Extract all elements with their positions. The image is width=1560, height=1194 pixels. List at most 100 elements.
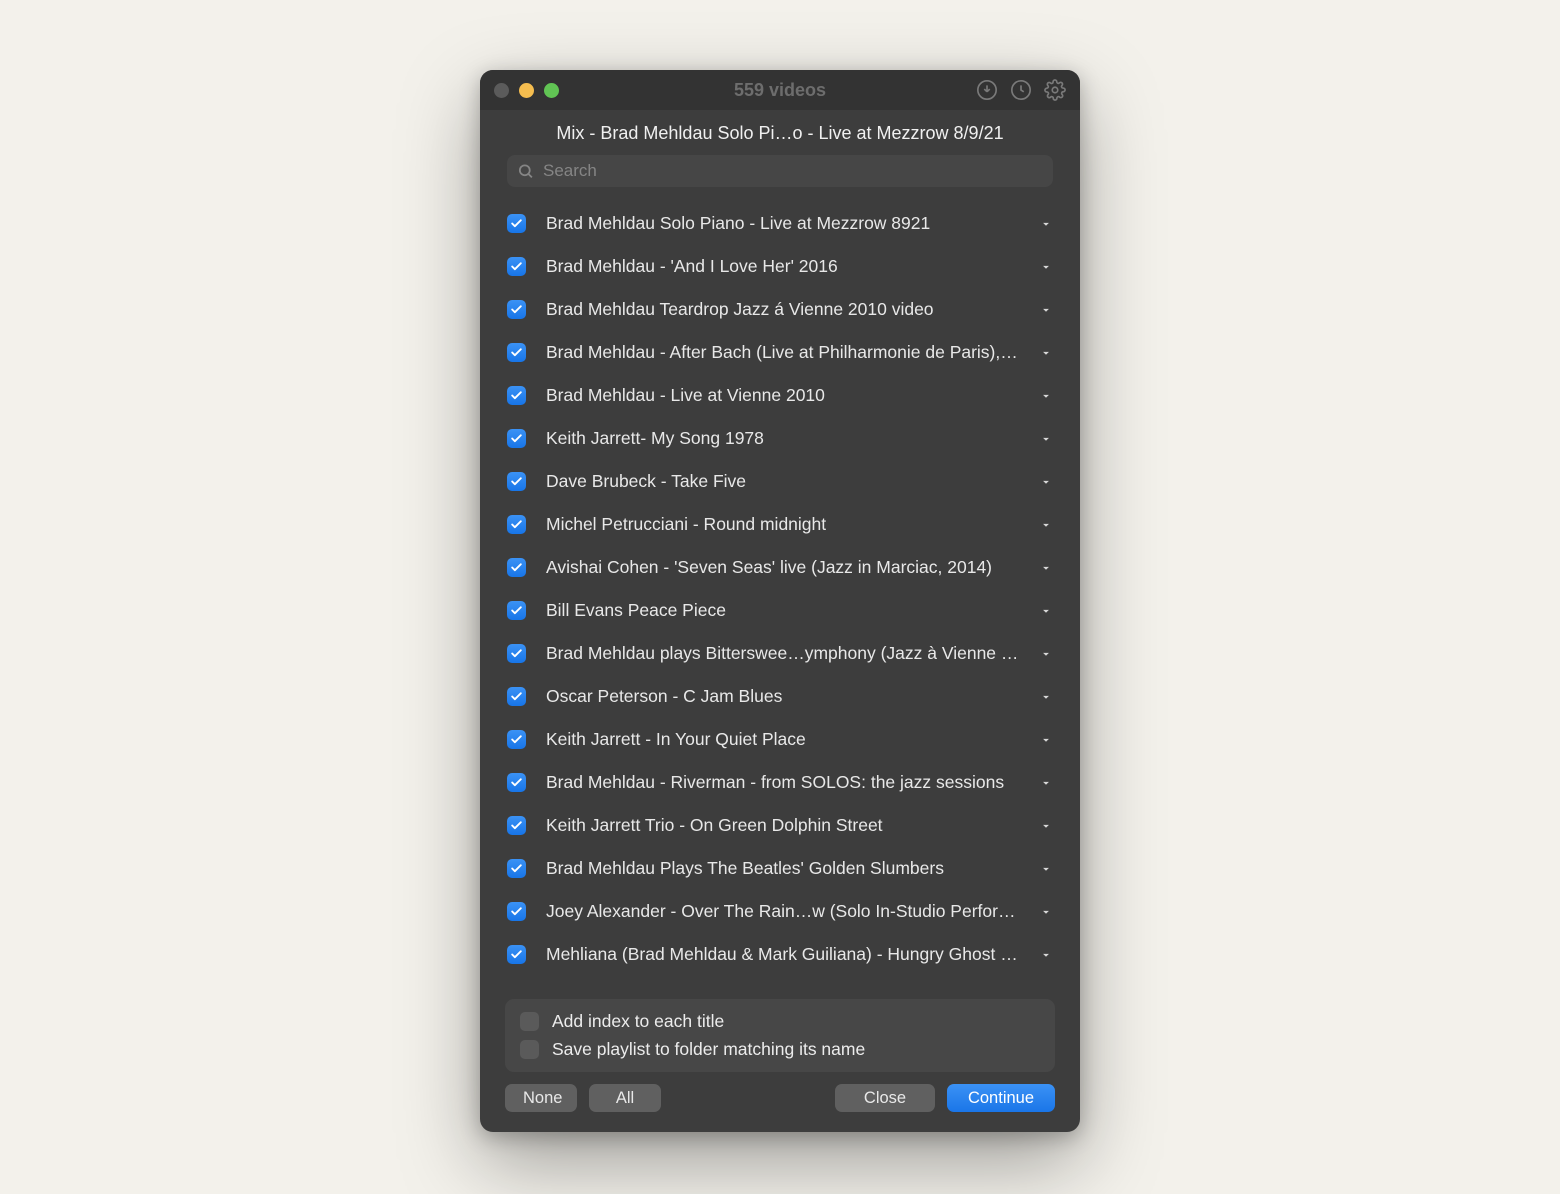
history-icon[interactable]: [1010, 79, 1032, 101]
titlebar: 559 videos: [480, 70, 1080, 110]
list-item: Brad Mehldau Teardrop Jazz á Vienne 2010…: [507, 288, 1053, 331]
save-folder-label: Save playlist to folder matching its nam…: [552, 1039, 865, 1060]
item-checkbox[interactable]: [507, 945, 526, 964]
item-label: Brad Mehldau - 'And I Love Her' 2016: [546, 256, 1019, 277]
item-checkbox[interactable]: [507, 558, 526, 577]
window-title: 559 videos: [734, 80, 826, 101]
app-window: 559 videos Mix - Brad Mehldau Solo Pi…o …: [480, 70, 1080, 1132]
list-item: Brad Mehldau plays Bitterswee…ymphony (J…: [507, 632, 1053, 675]
chevron-down-icon[interactable]: [1039, 948, 1053, 962]
item-checkbox[interactable]: [507, 257, 526, 276]
add-index-label: Add index to each title: [552, 1011, 724, 1032]
chevron-down-icon[interactable]: [1039, 561, 1053, 575]
item-checkbox[interactable]: [507, 472, 526, 491]
list-item: Keith Jarrett Trio - On Green Dolphin St…: [507, 804, 1053, 847]
item-checkbox[interactable]: [507, 730, 526, 749]
item-label: Keith Jarrett - In Your Quiet Place: [546, 729, 1019, 750]
list-item: Brad Mehldau - Live at Vienne 2010: [507, 374, 1053, 417]
all-button[interactable]: All: [589, 1084, 661, 1112]
chevron-down-icon[interactable]: [1039, 819, 1053, 833]
chevron-down-icon[interactable]: [1039, 303, 1053, 317]
list-item: Brad Mehldau - After Bach (Live at Philh…: [507, 331, 1053, 374]
item-checkbox[interactable]: [507, 859, 526, 878]
list-item: Bill Evans Peace Piece: [507, 589, 1053, 632]
close-button[interactable]: Close: [835, 1084, 935, 1112]
titlebar-actions: [976, 79, 1066, 101]
chevron-down-icon[interactable]: [1039, 905, 1053, 919]
chevron-down-icon[interactable]: [1039, 217, 1053, 231]
item-label: Bill Evans Peace Piece: [546, 600, 1019, 621]
item-label: Keith Jarrett Trio - On Green Dolphin St…: [546, 815, 1019, 836]
item-checkbox[interactable]: [507, 644, 526, 663]
item-checkbox[interactable]: [507, 687, 526, 706]
item-checkbox[interactable]: [507, 773, 526, 792]
traffic-lights: [494, 83, 559, 98]
chevron-down-icon[interactable]: [1039, 260, 1053, 274]
item-label: Dave Brubeck - Take Five: [546, 471, 1019, 492]
chevron-down-icon[interactable]: [1039, 518, 1053, 532]
item-label: Keith Jarrett- My Song 1978: [546, 428, 1019, 449]
list-item: Avishai Cohen - 'Seven Seas' live (Jazz …: [507, 546, 1053, 589]
list-item: Michel Petrucciani - Round midnight: [507, 503, 1053, 546]
search-icon: [517, 163, 534, 180]
item-label: Avishai Cohen - 'Seven Seas' live (Jazz …: [546, 557, 1019, 578]
item-label: Brad Mehldau Solo Piano - Live at Mezzro…: [546, 213, 1019, 234]
add-index-checkbox[interactable]: [520, 1012, 539, 1031]
item-checkbox[interactable]: [507, 343, 526, 362]
window-close-button[interactable]: [494, 83, 509, 98]
option-save-folder: Save playlist to folder matching its nam…: [520, 1039, 1040, 1060]
chevron-down-icon[interactable]: [1039, 604, 1053, 618]
item-label: Brad Mehldau - Live at Vienne 2010: [546, 385, 1019, 406]
list-item: Brad Mehldau Plays The Beatles' Golden S…: [507, 847, 1053, 890]
chevron-down-icon[interactable]: [1039, 733, 1053, 747]
chevron-down-icon[interactable]: [1039, 776, 1053, 790]
item-checkbox[interactable]: [507, 816, 526, 835]
list-item: Brad Mehldau Solo Piano - Live at Mezzro…: [507, 202, 1053, 245]
item-checkbox[interactable]: [507, 902, 526, 921]
list-item: Oscar Peterson - C Jam Blues: [507, 675, 1053, 718]
item-label: Brad Mehldau - After Bach (Live at Philh…: [546, 342, 1019, 363]
list-item: Joey Alexander - Over The Rain…w (Solo I…: [507, 890, 1053, 933]
chevron-down-icon[interactable]: [1039, 690, 1053, 704]
chevron-down-icon[interactable]: [1039, 862, 1053, 876]
item-label: Joey Alexander - Over The Rain…w (Solo I…: [546, 901, 1019, 922]
search-section: [480, 152, 1080, 197]
item-checkbox[interactable]: [507, 601, 526, 620]
item-label: Brad Mehldau Plays The Beatles' Golden S…: [546, 858, 1019, 879]
item-checkbox[interactable]: [507, 300, 526, 319]
download-icon[interactable]: [976, 79, 998, 101]
chevron-down-icon[interactable]: [1039, 647, 1053, 661]
item-label: Mehliana (Brad Mehldau & Mark Guiliana) …: [546, 944, 1019, 965]
chevron-down-icon[interactable]: [1039, 346, 1053, 360]
item-checkbox[interactable]: [507, 386, 526, 405]
item-label: Oscar Peterson - C Jam Blues: [546, 686, 1019, 707]
search-input[interactable]: [507, 155, 1053, 187]
save-folder-checkbox[interactable]: [520, 1040, 539, 1059]
chevron-down-icon[interactable]: [1039, 475, 1053, 489]
item-label: Brad Mehldau - Riverman - from SOLOS: th…: [546, 772, 1019, 793]
option-add-index: Add index to each title: [520, 1011, 1040, 1032]
item-label: Michel Petrucciani - Round midnight: [546, 514, 1019, 535]
window-maximize-button[interactable]: [544, 83, 559, 98]
chevron-down-icon[interactable]: [1039, 432, 1053, 446]
playlist-title: Mix - Brad Mehldau Solo Pi…o - Live at M…: [480, 110, 1080, 152]
chevron-down-icon[interactable]: [1039, 389, 1053, 403]
list-item: Brad Mehldau - Riverman - from SOLOS: th…: [507, 761, 1053, 804]
settings-icon[interactable]: [1044, 79, 1066, 101]
continue-button[interactable]: Continue: [947, 1084, 1055, 1112]
item-checkbox[interactable]: [507, 429, 526, 448]
list-item: Keith Jarrett- My Song 1978: [507, 417, 1053, 460]
list-item: Keith Jarrett - In Your Quiet Place: [507, 718, 1053, 761]
list-item: Mehliana (Brad Mehldau & Mark Guiliana) …: [507, 933, 1053, 976]
item-label: Brad Mehldau Teardrop Jazz á Vienne 2010…: [546, 299, 1019, 320]
footer: None All Close Continue: [480, 1084, 1080, 1132]
item-label: Brad Mehldau plays Bitterswee…ymphony (J…: [546, 643, 1019, 664]
list-item: Brad Mehldau - 'And I Love Her' 2016: [507, 245, 1053, 288]
item-checkbox[interactable]: [507, 515, 526, 534]
options-panel: Add index to each title Save playlist to…: [505, 999, 1055, 1072]
none-button[interactable]: None: [505, 1084, 577, 1112]
item-checkbox[interactable]: [507, 214, 526, 233]
list-item: Dave Brubeck - Take Five: [507, 460, 1053, 503]
video-list: Brad Mehldau Solo Piano - Live at Mezzro…: [480, 197, 1080, 988]
window-minimize-button[interactable]: [519, 83, 534, 98]
